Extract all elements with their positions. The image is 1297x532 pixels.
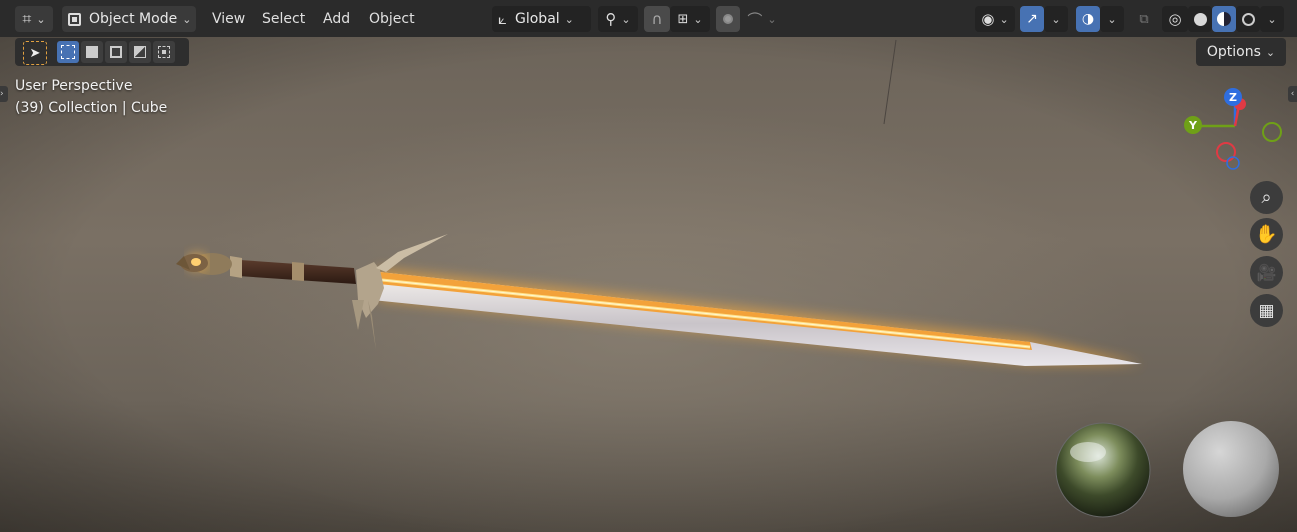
chevron-down-icon: ⌄ — [182, 12, 192, 26]
options-label: Options — [1206, 44, 1261, 60]
overlay-toggle-icon: ◑ — [1081, 11, 1095, 27]
overlay-toggle[interactable]: ◑ — [1076, 6, 1100, 32]
select-mode-intersect[interactable] — [153, 41, 175, 63]
visibility-selector[interactable]: ◉ ⌄ — [975, 6, 1015, 32]
xray-toggle-icon: ⧉ — [1139, 11, 1149, 27]
shading-rendered[interactable] — [1236, 6, 1260, 32]
falloff-curve-icon: ⌒ — [747, 10, 763, 29]
orthographic-toggle-button[interactable]: ▦ — [1250, 294, 1283, 327]
axis-grid-icon: ⌗ — [22, 9, 32, 28]
orientation-axes-icon: ⟀ — [498, 10, 507, 28]
3d-viewport[interactable]: ⌗ ⌄ Object Mode ⌄ View Select Add Object … — [0, 0, 1297, 532]
magnet-snap-icon: ∩ — [651, 10, 663, 28]
xray-toggle[interactable]: ⧉ — [1132, 6, 1156, 32]
select-cursor-icon: ➤ — [29, 45, 41, 61]
chevron-down-icon: ⌄ — [1107, 12, 1117, 26]
chevron-down-icon: ⌄ — [767, 12, 777, 26]
negative-x-handle[interactable] — [1216, 142, 1236, 162]
eye-visibility-icon: ◉ — [981, 10, 995, 28]
select-box-invert-icon — [134, 46, 146, 58]
editor-type-selector[interactable]: ⌗ ⌄ — [15, 6, 53, 32]
chevron-down-icon: ⌄ — [1265, 45, 1276, 59]
camera-view-icon: 🎥 — [1256, 263, 1277, 282]
proportional-edit-toggle[interactable] — [716, 6, 740, 32]
overlay-dropdown[interactable]: ⌄ — [1100, 6, 1124, 32]
shading-dropdown[interactable]: ⌄ — [1260, 6, 1284, 32]
menu-add[interactable]: Add — [323, 6, 350, 32]
shading-wireframe[interactable]: ◎ — [1162, 6, 1188, 32]
y-axis-label: Y — [1188, 119, 1198, 132]
chevron-down-icon: ⌄ — [999, 12, 1009, 26]
material-preview-shading-icon — [1217, 12, 1231, 26]
pan-button[interactable]: ✋ — [1250, 218, 1283, 251]
viewport-header: ⌗ ⌄ Object Mode ⌄ View Select Add Object … — [0, 0, 1297, 37]
transform-orientation-selector[interactable]: ⟀ Global ⌄ — [492, 6, 591, 32]
z-axis-label: Z — [1229, 91, 1237, 104]
shading-solid[interactable] — [1188, 6, 1212, 32]
camera-view-button[interactable]: 🎥 — [1250, 256, 1283, 289]
proportional-edit-icon — [723, 14, 733, 24]
select-mode-extend[interactable] — [81, 41, 103, 63]
select-box-new-icon — [61, 45, 75, 59]
select-box-subtract-icon — [110, 46, 122, 58]
snap-toggle[interactable]: ∩ — [644, 6, 670, 32]
select-box-extend-icon — [86, 46, 98, 58]
proportional-falloff-selector[interactable]: ⌒ ⌄ — [742, 6, 782, 32]
options-button[interactable]: Options ⌄ — [1196, 38, 1286, 66]
chevron-down-icon: ⌄ — [564, 12, 574, 26]
pivot-point-selector[interactable]: ⚲ ⌄ — [598, 6, 638, 32]
transform-orientation-label: Global — [515, 11, 560, 27]
mode-label: Object Mode — [89, 11, 178, 27]
snap-target-selector[interactable]: ⊞ ⌄ — [670, 6, 710, 32]
gizmo-toggle-icon: ↗ — [1026, 11, 1038, 27]
select-tool-button[interactable]: ➤ — [23, 41, 47, 65]
select-mode-new[interactable] — [57, 41, 79, 63]
mode-selector[interactable]: Object Mode ⌄ — [62, 6, 196, 32]
pan-hand-icon: ✋ — [1255, 224, 1278, 245]
collection-info-label: (39) Collection | Cube — [15, 100, 168, 116]
navigation-gizmo[interactable]: Z Y — [1178, 84, 1288, 174]
select-mode-invert[interactable] — [129, 41, 151, 63]
solid-shading-icon — [1193, 12, 1207, 26]
view-name-label: User Perspective — [15, 78, 133, 94]
negative-y-handle[interactable] — [1262, 122, 1282, 142]
chevron-down-icon: ⌄ — [1267, 12, 1277, 26]
gizmo-toggle[interactable]: ↗ — [1020, 6, 1044, 32]
select-box-intersect-icon — [158, 46, 170, 58]
wireframe-shading-icon: ◎ — [1168, 10, 1182, 28]
chevron-down-icon: ⌄ — [36, 12, 46, 26]
menu-view[interactable]: View — [212, 6, 245, 32]
rendered-shading-icon — [1241, 12, 1255, 26]
gizmo-dropdown[interactable]: ⌄ — [1044, 6, 1068, 32]
chevron-down-icon: ⌄ — [621, 12, 631, 26]
sidebar-toggle-arrow[interactable]: ‹ — [1288, 86, 1297, 102]
zoom-icon: ⌕ — [1261, 187, 1272, 208]
toolbar-toggle-arrow[interactable]: › — [0, 86, 8, 102]
shading-material-preview[interactable] — [1212, 6, 1236, 32]
orthographic-grid-icon: ▦ — [1258, 300, 1275, 321]
scene-render — [0, 0, 1297, 532]
zoom-button[interactable]: ⌕ — [1250, 181, 1283, 214]
snap-increment-icon: ⊞ — [677, 11, 689, 27]
tool-settings-bar: ➤ — [15, 38, 189, 66]
menu-object[interactable]: Object — [369, 6, 415, 32]
menu-select[interactable]: Select — [262, 6, 305, 32]
select-mode-subtract[interactable] — [105, 41, 127, 63]
chevron-down-icon: ⌄ — [1051, 12, 1061, 26]
object-mode-icon — [68, 12, 81, 26]
pivot-link-icon: ⚲ — [605, 10, 617, 28]
chevron-down-icon: ⌄ — [693, 12, 703, 26]
